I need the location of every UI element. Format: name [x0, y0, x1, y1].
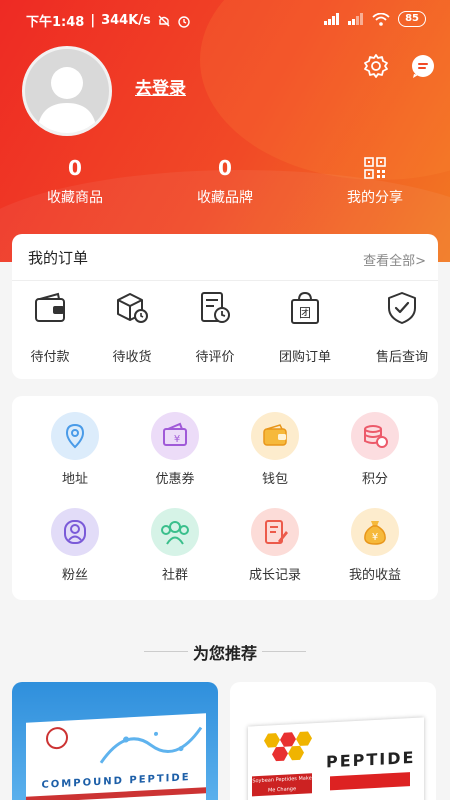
status-speed: 344K/s	[101, 13, 151, 28]
order-after-sale[interactable]: 售后查询	[362, 290, 442, 365]
qr-code-icon	[364, 157, 386, 179]
order-group-buy[interactable]: 团 团购订单	[265, 290, 345, 365]
tool-label: 优惠券	[155, 472, 195, 487]
review-icon	[201, 292, 230, 323]
divider	[262, 651, 306, 652]
avatar[interactable]	[22, 46, 112, 136]
product-image: COMPOUND PEPTIDE	[26, 713, 206, 800]
tool-community[interactable]: 社群	[125, 508, 225, 583]
tool-label: 我的收益	[348, 568, 401, 583]
orders-title: 我的订单	[28, 249, 89, 267]
product-card[interactable]: COMPOUND PEPTIDE	[12, 682, 218, 800]
tool-points[interactable]: 积分	[325, 412, 425, 487]
location-icon	[65, 423, 85, 449]
status-time: 下午1:48	[26, 15, 85, 30]
stats-row: 0 收藏商品 0 收藏品牌 我的分享	[0, 155, 450, 215]
svg-text:¥: ¥	[372, 532, 378, 543]
wallet-icon	[35, 292, 65, 322]
tool-my-earnings[interactable]: ¥ 我的收益	[325, 508, 425, 583]
recommend-title: 为您推荐	[192, 644, 257, 663]
order-item-label: 团购订单	[278, 350, 331, 365]
divider	[12, 280, 438, 281]
order-pending-payment[interactable]: 待付款	[10, 290, 90, 365]
order-pending-review[interactable]: 待评价	[175, 290, 255, 365]
stat-favorite-brands[interactable]: 0 收藏品牌	[150, 155, 300, 207]
stat-label: 收藏商品	[47, 190, 103, 206]
stat-my-share[interactable]: 我的分享	[300, 155, 450, 207]
group-bag-icon: 团	[291, 291, 319, 324]
login-link[interactable]: 去登录	[135, 74, 186, 99]
shield-check-icon	[388, 292, 416, 324]
order-pending-receipt[interactable]: 待收货	[92, 290, 172, 365]
stat-label: 收藏品牌	[197, 190, 253, 206]
user-placeholder-icon	[37, 67, 97, 133]
order-item-label: 售后查询	[375, 350, 428, 365]
order-item-label: 待评价	[195, 350, 235, 365]
tool-label: 粉丝	[61, 568, 88, 583]
signal-icon	[324, 13, 340, 25]
tool-label: 积分	[361, 472, 388, 487]
product-image: Soybean Peptides Make Me Change PEPTIDE	[248, 717, 424, 800]
tool-wallet[interactable]: 钱包	[225, 412, 325, 487]
package-icon	[117, 293, 148, 323]
tool-coupons[interactable]: ¥ 优惠券	[125, 412, 225, 487]
alarm-icon	[178, 15, 190, 28]
order-item-label: 待收货	[112, 350, 152, 365]
order-item-label: 待付款	[30, 350, 70, 365]
tool-address[interactable]: 地址	[25, 412, 125, 487]
coins-icon	[364, 425, 388, 448]
fans-icon	[64, 520, 86, 544]
hexagon-pattern-image	[264, 731, 312, 762]
battery-indicator: 85	[398, 11, 426, 27]
product-sub-text: Soybean Peptides Make Me Change	[252, 773, 312, 797]
tool-fans[interactable]: 粉丝	[25, 508, 125, 583]
stat-favorite-goods[interactable]: 0 收藏商品	[0, 155, 150, 207]
tools-card: 地址 ¥ 优惠券 钱包 积分 粉丝 社群 成长记录 ¥ 我的收益	[12, 396, 438, 600]
wifi-icon	[372, 12, 390, 26]
coupon-icon: ¥	[163, 422, 187, 446]
water-splash-image	[99, 726, 203, 764]
view-all-orders-link[interactable]: 查看全部>	[363, 250, 426, 269]
product-card[interactable]: Soybean Peptides Make Me Change PEPTIDE	[230, 682, 436, 800]
tool-label: 社群	[161, 568, 188, 583]
message-icon[interactable]	[408, 51, 438, 81]
settings-gear-icon[interactable]	[361, 51, 391, 81]
product-box-text: PEPTIDE	[326, 747, 416, 772]
svg-text:¥: ¥	[174, 434, 180, 445]
orders-card: 我的订单 查看全部> 待付款 待收货 待评价 团 团购订单 售后查询	[12, 234, 438, 379]
community-icon	[161, 521, 189, 545]
growth-record-icon	[265, 520, 288, 544]
svg-text:团: 团	[299, 306, 311, 320]
brand-logo	[46, 726, 68, 750]
stat-value: 0	[218, 156, 232, 180]
stat-value: 0	[68, 156, 82, 180]
tool-label: 成长记录	[248, 568, 301, 583]
signal-hd-icon	[348, 13, 364, 25]
tool-growth-record[interactable]: 成长记录	[225, 508, 325, 583]
tool-label: 钱包	[261, 472, 288, 487]
status-bar: 下午1:48 | 344K/s 85	[0, 0, 450, 40]
stat-label: 我的分享	[347, 190, 403, 206]
tool-label: 地址	[61, 472, 88, 487]
mute-icon	[158, 15, 170, 26]
wallet-icon	[263, 424, 287, 446]
money-bag-icon: ¥	[364, 521, 386, 545]
